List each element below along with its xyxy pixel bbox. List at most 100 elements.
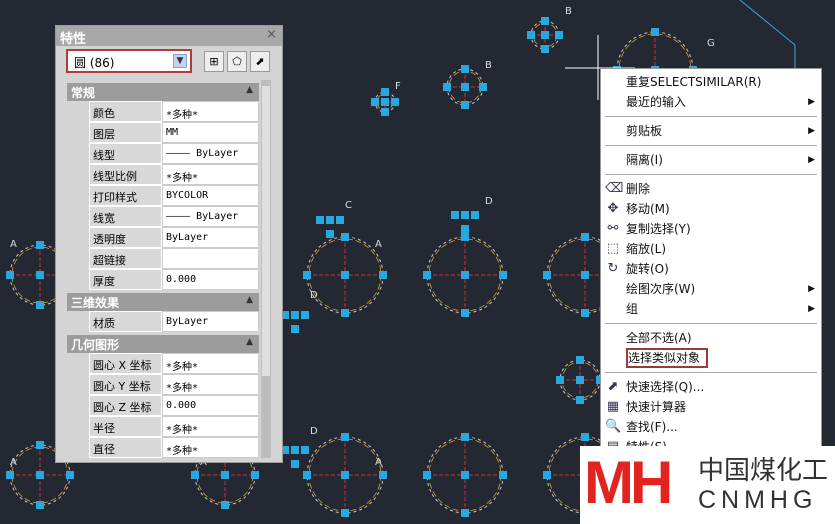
grip-handle[interactable]	[341, 509, 349, 517]
menu-item[interactable]: 剪贴板 ▶	[601, 121, 821, 141]
grip-handle[interactable]	[461, 101, 469, 109]
property-value[interactable]: 0.000	[162, 269, 259, 290]
section-header[interactable]: 常规 ▲	[67, 83, 259, 101]
grip-handle[interactable]	[341, 433, 349, 441]
object-type-dropdown[interactable]: 圆 (86) ▼	[66, 49, 192, 73]
panel-scrollbar[interactable]	[261, 80, 271, 458]
grip-handle[interactable]	[581, 233, 589, 241]
collapse-icon[interactable]: ▲	[246, 295, 253, 305]
grip-handle[interactable]	[316, 216, 324, 224]
grip-handle[interactable]	[303, 471, 311, 479]
property-value[interactable]: 0.000	[162, 395, 259, 416]
grip-handle[interactable]	[381, 88, 389, 96]
grip-handle[interactable]	[499, 271, 507, 279]
property-value[interactable]: *多种*	[162, 164, 259, 185]
menu-item[interactable]: 隔离(I) ▶	[601, 150, 821, 170]
property-row[interactable]: 打印样式 BYCOLOR	[89, 185, 259, 206]
menu-item[interactable]: 🔍 查找(F)...	[601, 417, 821, 437]
property-row[interactable]: 线型 ———— ByLayer	[89, 143, 259, 164]
property-value[interactable]	[162, 248, 259, 269]
menu-item[interactable]: 选择类似对象	[601, 348, 821, 368]
grip-handle[interactable]	[36, 241, 44, 249]
property-value[interactable]: *多种*	[162, 101, 259, 122]
menu-item[interactable]: ↻ 旋转(O)	[601, 259, 821, 279]
grip-handle[interactable]	[423, 471, 431, 479]
section-header[interactable]: 三维效果 ▲	[67, 293, 259, 311]
grip-handle[interactable]	[461, 65, 469, 73]
grip-handle[interactable]	[581, 433, 589, 441]
menu-item[interactable]: 最近的输入 ▶	[601, 92, 821, 112]
grip-handle[interactable]	[461, 233, 469, 241]
property-value[interactable]: ———— ByLayer	[162, 206, 259, 227]
collapse-icon[interactable]: ▲	[246, 85, 253, 95]
property-row[interactable]: 半径 *多种*	[89, 416, 259, 437]
grip-handle[interactable]	[391, 98, 399, 106]
menu-item[interactable]: ⚯ 复制选择(Y)	[601, 219, 821, 239]
grip-handle[interactable]	[6, 271, 14, 279]
quick-select-button[interactable]: ⬈	[250, 51, 270, 72]
toggle-pickadd-button[interactable]: ⊞	[204, 51, 224, 72]
grip-handle[interactable]	[461, 83, 469, 91]
grip-handle[interactable]	[461, 471, 469, 479]
grip-handle[interactable]	[191, 471, 199, 479]
grip-handle[interactable]	[36, 441, 44, 449]
grip-handle[interactable]	[541, 45, 549, 53]
grip-handle[interactable]	[576, 356, 584, 364]
grip-handle[interactable]	[66, 471, 74, 479]
grip-handle[interactable]	[479, 83, 487, 91]
grip-handle[interactable]	[303, 271, 311, 279]
grip-handle[interactable]	[379, 271, 387, 279]
property-row[interactable]: 线型比例 *多种*	[89, 164, 259, 185]
grip-handle[interactable]	[301, 311, 309, 319]
property-row[interactable]: 直径 *多种*	[89, 437, 259, 458]
grip-handle[interactable]	[461, 225, 469, 233]
grip-handle[interactable]	[336, 216, 344, 224]
grip-handle[interactable]	[576, 376, 584, 384]
property-row[interactable]: 线宽 ———— ByLayer	[89, 206, 259, 227]
menu-item[interactable]: ⬚ 缩放(L)	[601, 239, 821, 259]
grip-handle[interactable]	[6, 471, 14, 479]
grip-handle[interactable]	[341, 471, 349, 479]
grip-handle[interactable]	[576, 396, 584, 404]
panel-title-bar[interactable]: 特性 ×	[56, 26, 282, 47]
property-row[interactable]: 圆心 Z 坐标 0.000	[89, 395, 259, 416]
grip-handle[interactable]	[381, 108, 389, 116]
property-row[interactable]: 厚度 0.000	[89, 269, 259, 290]
select-objects-button[interactable]: ⬠	[227, 51, 247, 72]
grip-handle[interactable]	[451, 211, 459, 219]
property-value[interactable]: ———— ByLayer	[162, 143, 259, 164]
grip-handle[interactable]	[461, 433, 469, 441]
property-row[interactable]: 圆心 X 坐标 *多种*	[89, 353, 259, 374]
collapse-icon[interactable]: ▲	[246, 337, 253, 347]
grip-handle[interactable]	[221, 501, 229, 509]
menu-item[interactable]: ▦ 快速计算器	[601, 397, 821, 417]
grip-handle[interactable]	[541, 31, 549, 39]
grip-handle[interactable]	[221, 471, 229, 479]
grip-handle[interactable]	[499, 471, 507, 479]
menu-item[interactable]: 全部不选(A)	[601, 328, 821, 348]
property-value[interactable]: *多种*	[162, 416, 259, 437]
menu-item[interactable]: 组 ▶	[601, 299, 821, 319]
chevron-down-icon[interactable]: ▼	[173, 54, 187, 68]
grip-handle[interactable]	[36, 471, 44, 479]
grip-handle[interactable]	[291, 325, 299, 333]
menu-item[interactable]: ⬈ 快速选择(Q)...	[601, 377, 821, 397]
grip-handle[interactable]	[371, 98, 379, 106]
grip-handle[interactable]	[326, 230, 334, 238]
property-row[interactable]: 透明度 ByLayer	[89, 227, 259, 248]
grip-handle[interactable]	[461, 309, 469, 317]
grip-handle[interactable]	[651, 28, 659, 36]
property-row[interactable]: 圆心 Y 坐标 *多种*	[89, 374, 259, 395]
property-row[interactable]: 超链接	[89, 248, 259, 269]
grip-handle[interactable]	[341, 309, 349, 317]
property-value[interactable]: *多种*	[162, 353, 259, 374]
property-value[interactable]: BYCOLOR	[162, 185, 259, 206]
grip-handle[interactable]	[423, 271, 431, 279]
property-value[interactable]: *多种*	[162, 437, 259, 458]
grip-handle[interactable]	[251, 471, 259, 479]
grip-handle[interactable]	[581, 309, 589, 317]
grip-handle[interactable]	[555, 31, 563, 39]
menu-item[interactable]: ⌫ 删除	[601, 179, 821, 199]
section-header[interactable]: 几何图形 ▲	[67, 335, 259, 353]
grip-handle[interactable]	[381, 98, 389, 106]
